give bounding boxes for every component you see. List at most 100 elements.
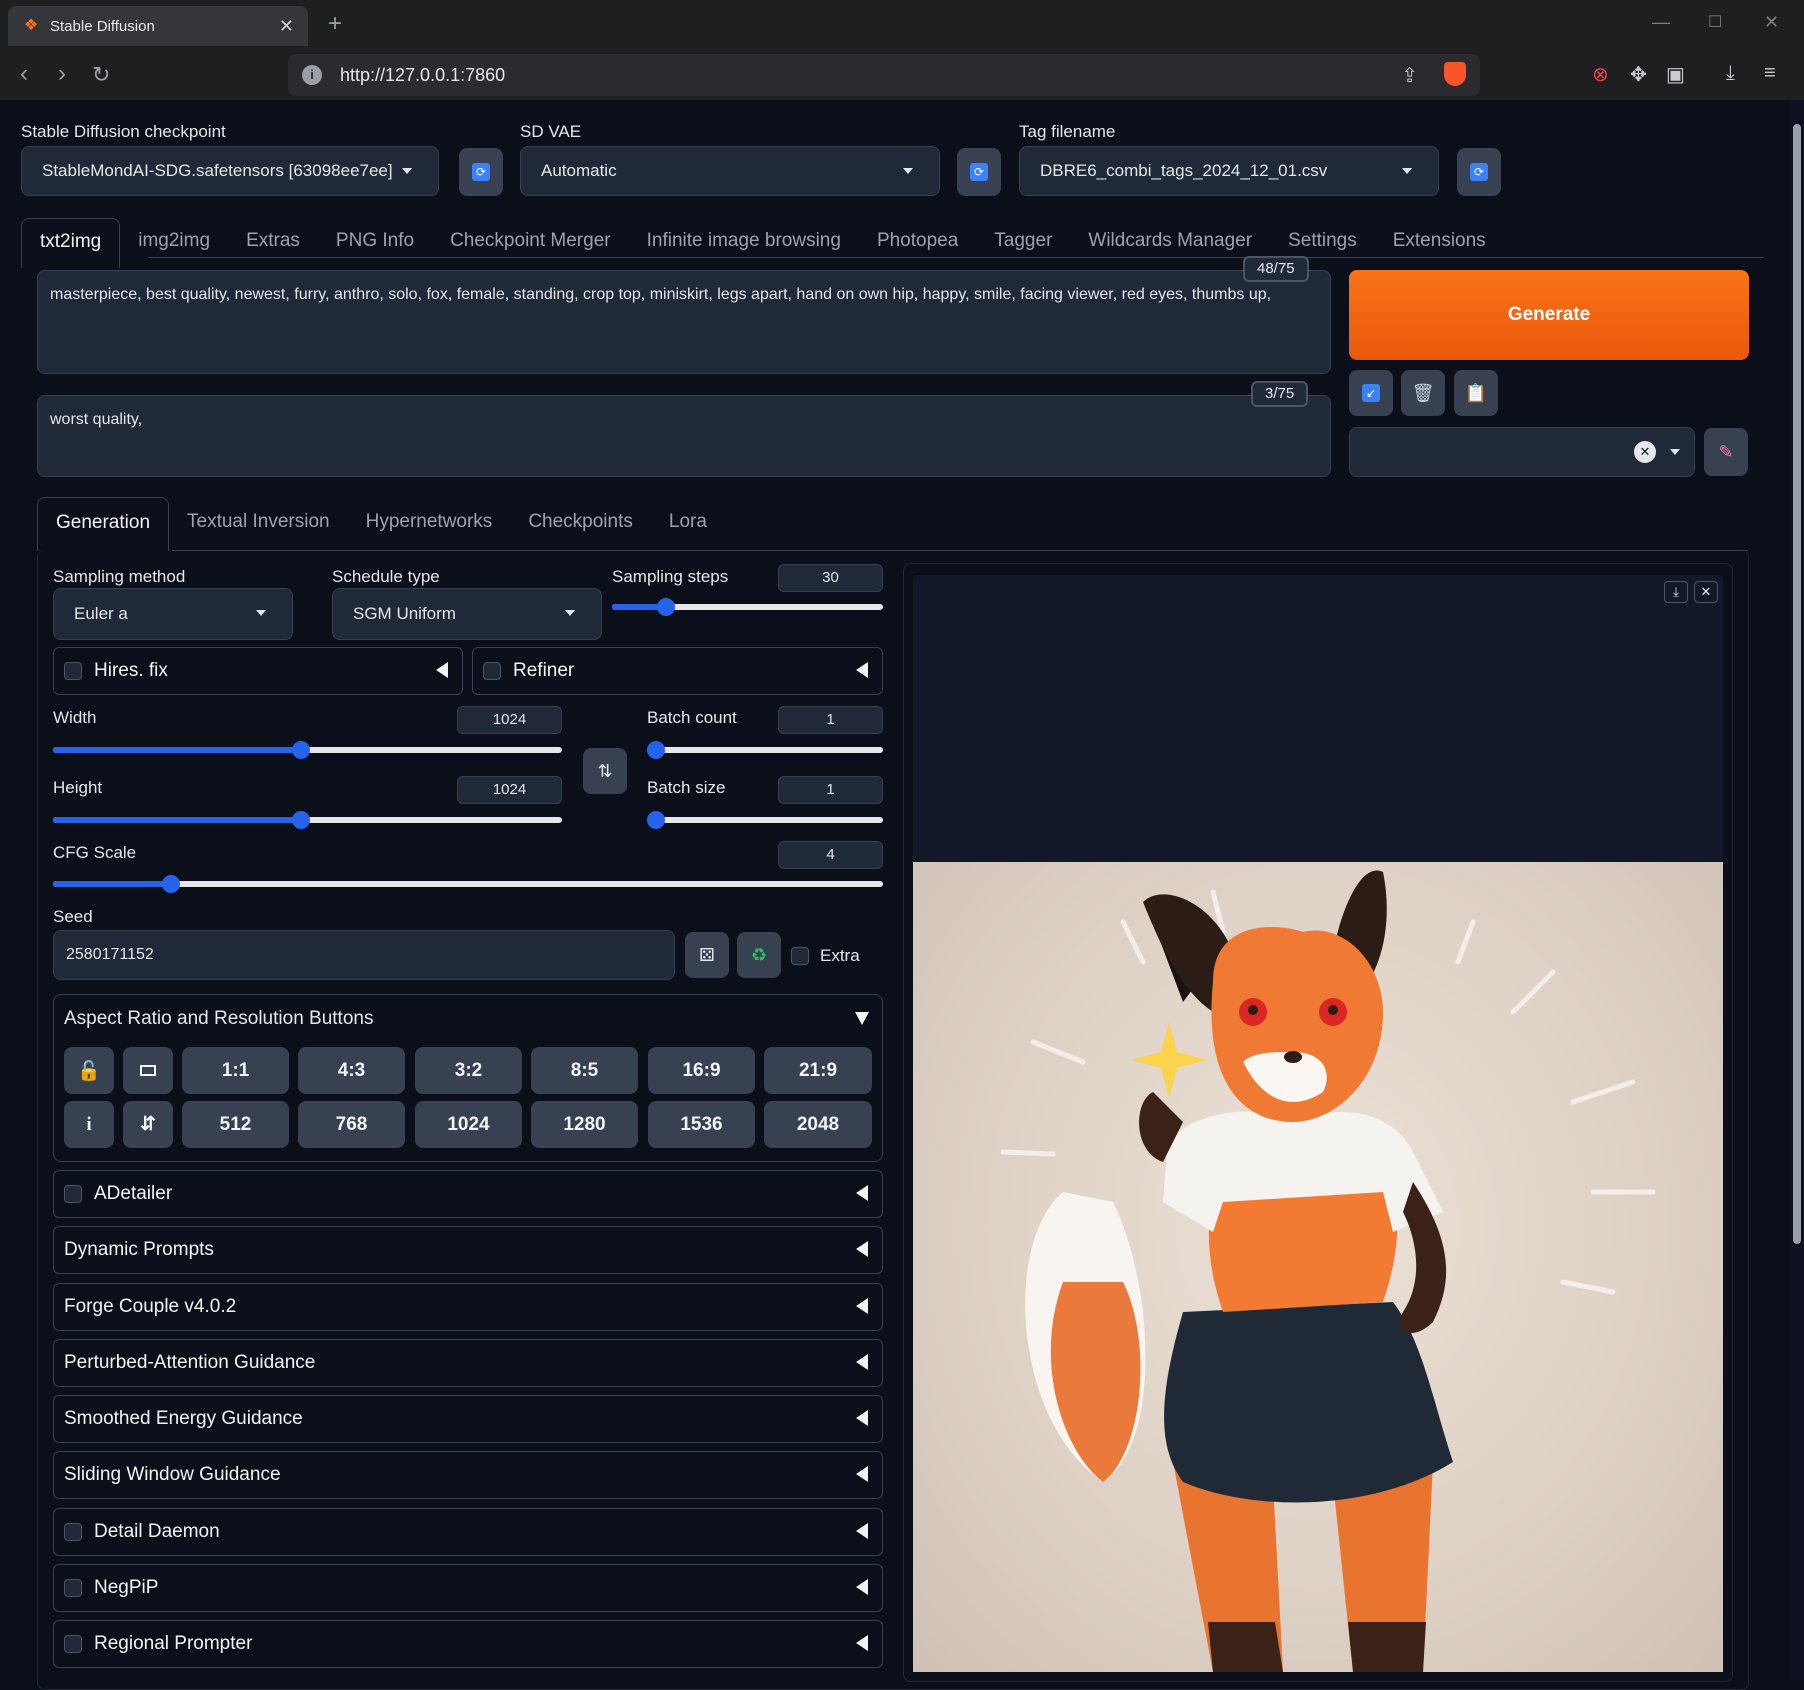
- back-icon[interactable]: ‹: [20, 60, 28, 88]
- swg-accordion[interactable]: Sliding Window Guidance: [53, 1451, 883, 1499]
- ratio-4-3-button[interactable]: 4:3: [298, 1047, 405, 1094]
- pag-accordion[interactable]: Perturbed-Attention Guidance: [53, 1339, 883, 1387]
- regional-prompter-checkbox[interactable]: [64, 1635, 82, 1653]
- tab-tagger[interactable]: Tagger: [976, 218, 1070, 268]
- detail-daemon-accordion[interactable]: Detail Daemon: [53, 1508, 883, 1556]
- res-512-button[interactable]: 512: [182, 1101, 289, 1148]
- tab-infinite-image-browsing[interactable]: Infinite image browsing: [629, 218, 859, 268]
- regional-prompter-accordion[interactable]: Regional Prompter: [53, 1620, 883, 1668]
- seed-input[interactable]: 2580171152: [53, 930, 675, 980]
- tab-lora[interactable]: Lora: [651, 497, 725, 547]
- adetailer-accordion[interactable]: ADetailer: [53, 1170, 883, 1218]
- download-icon[interactable]: ⤓: [1664, 581, 1688, 603]
- minimize-icon[interactable]: —: [1652, 12, 1670, 33]
- styles-dropdown[interactable]: ✕: [1349, 427, 1695, 477]
- res-1280-button[interactable]: 1280: [531, 1101, 638, 1148]
- refiner-checkbox[interactable]: [483, 662, 501, 680]
- tag-filename-dropdown[interactable]: DBRE6_combi_tags_2024_12_01.csv: [1019, 146, 1439, 196]
- share-icon[interactable]: ⇪: [1401, 63, 1418, 88]
- sampling-steps-input[interactable]: 30: [778, 564, 883, 592]
- refiner-accordion[interactable]: Refiner: [472, 647, 883, 695]
- slider-handle[interactable]: [161, 875, 180, 893]
- tab-img2img[interactable]: img2img: [120, 218, 228, 268]
- tab-extensions[interactable]: Extensions: [1375, 218, 1504, 268]
- sampling-method-dropdown[interactable]: Euler a: [53, 588, 293, 640]
- dynamic-prompts-accordion[interactable]: Dynamic Prompts: [53, 1226, 883, 1274]
- page-scrollbar[interactable]: [1790, 100, 1804, 1682]
- refresh-tags-button[interactable]: ⟳: [1457, 148, 1501, 196]
- apply-style-button[interactable]: 📋: [1454, 370, 1498, 416]
- width-slider[interactable]: [53, 741, 562, 759]
- generated-image[interactable]: [913, 862, 1723, 1672]
- tab-textual-inversion[interactable]: Textual Inversion: [169, 497, 348, 547]
- generate-button[interactable]: Generate: [1349, 270, 1749, 360]
- close-tab-icon[interactable]: ✕: [279, 16, 294, 37]
- cfg-scale-input[interactable]: 4: [778, 841, 883, 869]
- tab-checkpoint-merger[interactable]: Checkpoint Merger: [432, 218, 629, 268]
- tab-png-info[interactable]: PNG Info: [318, 218, 432, 268]
- edit-styles-button[interactable]: ✎: [1704, 428, 1748, 476]
- vae-dropdown[interactable]: Automatic: [520, 146, 940, 196]
- tab-checkpoints[interactable]: Checkpoints: [510, 497, 651, 547]
- window-close-icon[interactable]: ✕: [1764, 12, 1779, 33]
- menu-icon[interactable]: ≡: [1764, 62, 1776, 85]
- detail-daemon-checkbox[interactable]: [64, 1523, 82, 1541]
- res-1536-button[interactable]: 1536: [648, 1101, 755, 1148]
- hires-fix-checkbox[interactable]: [64, 662, 82, 680]
- scrollbar-thumb[interactable]: [1793, 124, 1801, 1244]
- slider-handle[interactable]: [647, 811, 665, 829]
- slider-handle[interactable]: [647, 741, 665, 759]
- tab-hypernetworks[interactable]: Hypernetworks: [348, 497, 511, 547]
- forward-icon[interactable]: ›: [58, 60, 66, 88]
- hires-fix-accordion[interactable]: Hires. fix: [53, 647, 463, 695]
- height-input[interactable]: 1024: [457, 776, 562, 804]
- batch-count-slider[interactable]: [647, 741, 883, 759]
- res-2048-button[interactable]: 2048: [764, 1101, 872, 1148]
- expand-arrow-icon[interactable]: [855, 1012, 869, 1025]
- new-tab-icon[interactable]: +: [328, 10, 342, 38]
- tab-photopea[interactable]: Photopea: [859, 218, 976, 268]
- lock-ratio-button[interactable]: 🔓: [64, 1047, 114, 1094]
- forge-couple-accordion[interactable]: Forge Couple v4.0.2: [53, 1283, 883, 1331]
- brave-shield-icon[interactable]: [1444, 62, 1466, 86]
- batch-size-slider[interactable]: [647, 811, 883, 829]
- batch-size-input[interactable]: 1: [778, 776, 883, 804]
- browser-tab[interactable]: ❖ Stable Diffusion ✕: [8, 6, 308, 46]
- sampling-steps-slider[interactable]: [612, 598, 883, 616]
- site-info-icon[interactable]: i: [302, 65, 322, 85]
- res-1024-button[interactable]: 1024: [415, 1101, 522, 1148]
- maximize-icon[interactable]: ☐: [1708, 12, 1722, 32]
- negative-prompt-input[interactable]: worst quality,: [37, 395, 1331, 477]
- swap-dimensions-button[interactable]: ⇅: [583, 748, 627, 794]
- wallet-icon[interactable]: ▣: [1666, 62, 1685, 87]
- res-768-button[interactable]: 768: [298, 1101, 405, 1148]
- reload-icon[interactable]: ↻: [92, 62, 110, 88]
- orientation-button[interactable]: [123, 1047, 173, 1094]
- slider-handle[interactable]: [291, 741, 310, 759]
- refresh-vae-button[interactable]: ⟳: [957, 148, 1001, 196]
- ratio-3-2-button[interactable]: 3:2: [415, 1047, 522, 1094]
- schedule-type-dropdown[interactable]: SGM Uniform: [332, 588, 602, 640]
- negpip-accordion[interactable]: NegPiP: [53, 1564, 883, 1612]
- positive-prompt-input[interactable]: masterpiece, best quality, newest, furry…: [37, 270, 1331, 374]
- swap-resolution-button[interactable]: ⇵: [123, 1101, 173, 1148]
- blocker-icon[interactable]: ⊗: [1592, 62, 1609, 87]
- paste-params-button[interactable]: ↙: [1349, 370, 1393, 416]
- ratio-8-5-button[interactable]: 8:5: [531, 1047, 638, 1094]
- height-slider[interactable]: [53, 811, 562, 829]
- batch-count-input[interactable]: 1: [778, 706, 883, 734]
- tab-wildcards-manager[interactable]: Wildcards Manager: [1070, 218, 1270, 268]
- tab-generation[interactable]: Generation: [37, 497, 170, 551]
- ratio-1-1-button[interactable]: 1:1: [182, 1047, 289, 1094]
- clear-prompt-button[interactable]: 🗑: [1401, 370, 1445, 416]
- adetailer-checkbox[interactable]: [64, 1185, 82, 1203]
- downloads-icon[interactable]: ⤓: [1726, 62, 1735, 85]
- width-input[interactable]: 1024: [457, 706, 562, 734]
- slider-handle[interactable]: [291, 811, 310, 829]
- cfg-scale-slider[interactable]: [53, 875, 883, 893]
- tab-txt2img[interactable]: txt2img: [21, 218, 121, 268]
- refresh-checkpoint-button[interactable]: ⟳: [459, 148, 503, 196]
- extra-seed-checkbox[interactable]: [791, 947, 809, 965]
- close-icon[interactable]: ✕: [1694, 581, 1718, 603]
- reuse-seed-button[interactable]: ♻: [737, 932, 781, 978]
